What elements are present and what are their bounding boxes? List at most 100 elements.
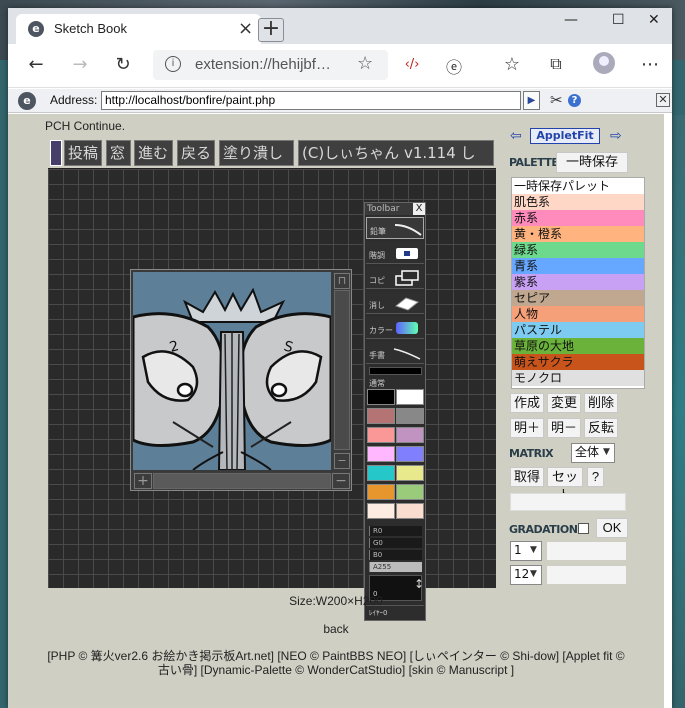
forward-arrow-icon[interactable]: →: [68, 54, 92, 75]
color-swatch[interactable]: [396, 408, 424, 424]
color-swatch[interactable]: [367, 465, 395, 481]
palette-list-item[interactable]: 紫系: [512, 274, 644, 290]
palette-list-item[interactable]: 草原の大地: [512, 338, 644, 354]
tool-color[interactable]: カラー: [366, 317, 424, 339]
color-swatch[interactable]: [367, 408, 395, 424]
toolbar-close-icon[interactable]: X: [413, 203, 425, 215]
help-button[interactable]: ?: [587, 467, 604, 487]
color-swatch[interactable]: [367, 484, 395, 500]
applet-fit-button[interactable]: AppletFit: [530, 128, 600, 144]
menu-post-button[interactable]: 投稿: [64, 140, 102, 166]
color-swatch[interactable]: [367, 389, 395, 405]
color-swatch[interactable]: [367, 427, 395, 443]
minimize-button[interactable]: —: [564, 12, 578, 28]
color-swatch[interactable]: [367, 503, 395, 519]
close-window-button[interactable]: ✕: [648, 12, 660, 28]
palette-list-item[interactable]: 肌色系: [512, 194, 644, 210]
invert-button[interactable]: 反転: [584, 418, 618, 438]
palette-list-item[interactable]: パステル: [512, 322, 644, 338]
scroll-right-icon[interactable]: −: [332, 473, 350, 489]
palette-list-item[interactable]: 萌えサクラ: [512, 354, 644, 370]
favorite-star-icon[interactable]: ☆: [357, 53, 373, 74]
close-tab-icon[interactable]: ×: [238, 18, 253, 39]
gradation-end-field[interactable]: [547, 566, 626, 584]
alpha-slider[interactable]: A255: [369, 562, 422, 572]
matrix-field[interactable]: [510, 493, 626, 511]
set-button[interactable]: セット: [547, 467, 583, 502]
palette-list[interactable]: 一時保存パレット 肌色系 赤系 黄・橙系 緑系 青系 紫系 セピア 人物 パステル 草原の大地 萌えサ…: [511, 177, 645, 389]
color-swatch[interactable]: [396, 389, 424, 405]
gradation-start-select[interactable]: 1 ▼: [510, 541, 542, 561]
gradation-ok-button[interactable]: OK: [596, 518, 628, 538]
gradation-end-select[interactable]: 12 ▼: [510, 565, 542, 585]
green-slider[interactable]: G0: [369, 538, 422, 548]
color-swatch[interactable]: [367, 446, 395, 462]
favorites-icon[interactable]: ☆: [500, 54, 524, 75]
palette-list-item[interactable]: 緑系: [512, 242, 644, 258]
scroll-top-icon[interactable]: ⊓: [334, 273, 350, 289]
menu-undo-button[interactable]: 戻る: [177, 140, 215, 166]
color-swatch[interactable]: [396, 503, 424, 519]
darken-button[interactable]: 明－: [547, 418, 581, 438]
info-icon[interactable]: i: [165, 56, 181, 72]
code-extension-icon[interactable]: ‹/›: [400, 57, 424, 72]
new-tab-button[interactable]: +: [258, 18, 284, 42]
tool-eraser[interactable]: 消し: [366, 292, 424, 314]
tool-copy[interactable]: コピ: [366, 267, 424, 289]
delete-button[interactable]: 削除: [584, 393, 618, 413]
vertical-scroll-thumb[interactable]: [334, 290, 350, 450]
next-arrow-icon[interactable]: ⇨: [610, 128, 622, 144]
address-input[interactable]: http://localhost/bonfire/paint.php: [101, 91, 521, 110]
menu-about-button[interactable]: (C)しぃちゃん v1.114 し: [298, 140, 494, 166]
create-button[interactable]: 作成: [510, 393, 544, 413]
palette-list-item[interactable]: 黄・橙系: [512, 226, 644, 242]
more-menu-icon[interactable]: ⋯: [638, 54, 662, 75]
gradation-start-field[interactable]: [547, 542, 626, 560]
close-bar-icon[interactable]: ✕: [656, 93, 670, 107]
back-arrow-icon[interactable]: ←: [24, 54, 48, 75]
go-arrow-icon[interactable]: ▶: [523, 91, 540, 110]
blend-mode[interactable]: 通常: [369, 378, 385, 389]
zoom-out-icon[interactable]: −: [334, 453, 350, 469]
change-button[interactable]: 変更: [547, 393, 581, 413]
palette-list-item[interactable]: 人物: [512, 306, 644, 322]
get-button[interactable]: 取得: [510, 467, 544, 487]
menu-window-button[interactable]: 窓: [106, 140, 131, 166]
workspace-grid[interactable]: 2 S ⊓ − + − Toolbar X 鉛筆 階調 コピ 消し カラー 手書…: [48, 169, 496, 621]
canvas-vertical-scrollbar[interactable]: ⊓ −: [333, 272, 351, 470]
horizontal-scroll-thumb[interactable]: [153, 473, 331, 489]
color-swatch[interactable]: [396, 484, 424, 500]
maximize-button[interactable]: ☐: [612, 12, 625, 28]
menu-fill-button[interactable]: 塗り潰し: [219, 140, 294, 166]
back-link[interactable]: back: [8, 622, 664, 636]
tool-gradient[interactable]: 階調: [366, 242, 424, 264]
matrix-select[interactable]: 全体 ▼: [571, 443, 615, 463]
edge-extension-icon[interactable]: ⓔ: [442, 54, 466, 78]
palette-list-item[interactable]: 赤系: [512, 210, 644, 226]
brighten-button[interactable]: 明＋: [510, 418, 544, 438]
temp-save-button[interactable]: 一時保存: [556, 152, 628, 173]
prev-arrow-icon[interactable]: ⇦: [510, 128, 522, 144]
blue-slider[interactable]: B0: [369, 550, 422, 560]
palette-list-item[interactable]: 一時保存パレット: [512, 178, 644, 194]
color-swatch[interactable]: [396, 465, 424, 481]
color-swatch[interactable]: [396, 446, 424, 462]
palette-list-item[interactable]: モノクロ: [512, 370, 644, 386]
help-icon[interactable]: ?: [568, 94, 581, 107]
address-bar[interactable]: i extension://hehijbf… ☆: [153, 50, 388, 80]
refresh-icon[interactable]: ↻: [111, 54, 135, 75]
tool-pencil[interactable]: 鉛筆: [366, 217, 424, 239]
menu-redo-button[interactable]: 進む: [134, 140, 173, 166]
canvas-horizontal-scrollbar[interactable]: + −: [133, 472, 351, 490]
palette-list-item[interactable]: 青系: [512, 258, 644, 274]
tools-icon[interactable]: ✂: [550, 91, 563, 109]
gradation-checkbox[interactable]: [578, 523, 589, 534]
tool-handwrite[interactable]: 手書: [366, 342, 424, 364]
palette-list-item[interactable]: セピア: [512, 290, 644, 306]
collections-icon[interactable]: ⧉: [544, 54, 568, 74]
color-swatch[interactable]: [396, 427, 424, 443]
red-slider[interactable]: R0: [369, 526, 422, 536]
drawing-canvas[interactable]: 2 S: [133, 272, 331, 470]
browser-tab[interactable]: e Sketch Book ×: [16, 14, 261, 44]
profile-avatar[interactable]: [593, 52, 615, 74]
